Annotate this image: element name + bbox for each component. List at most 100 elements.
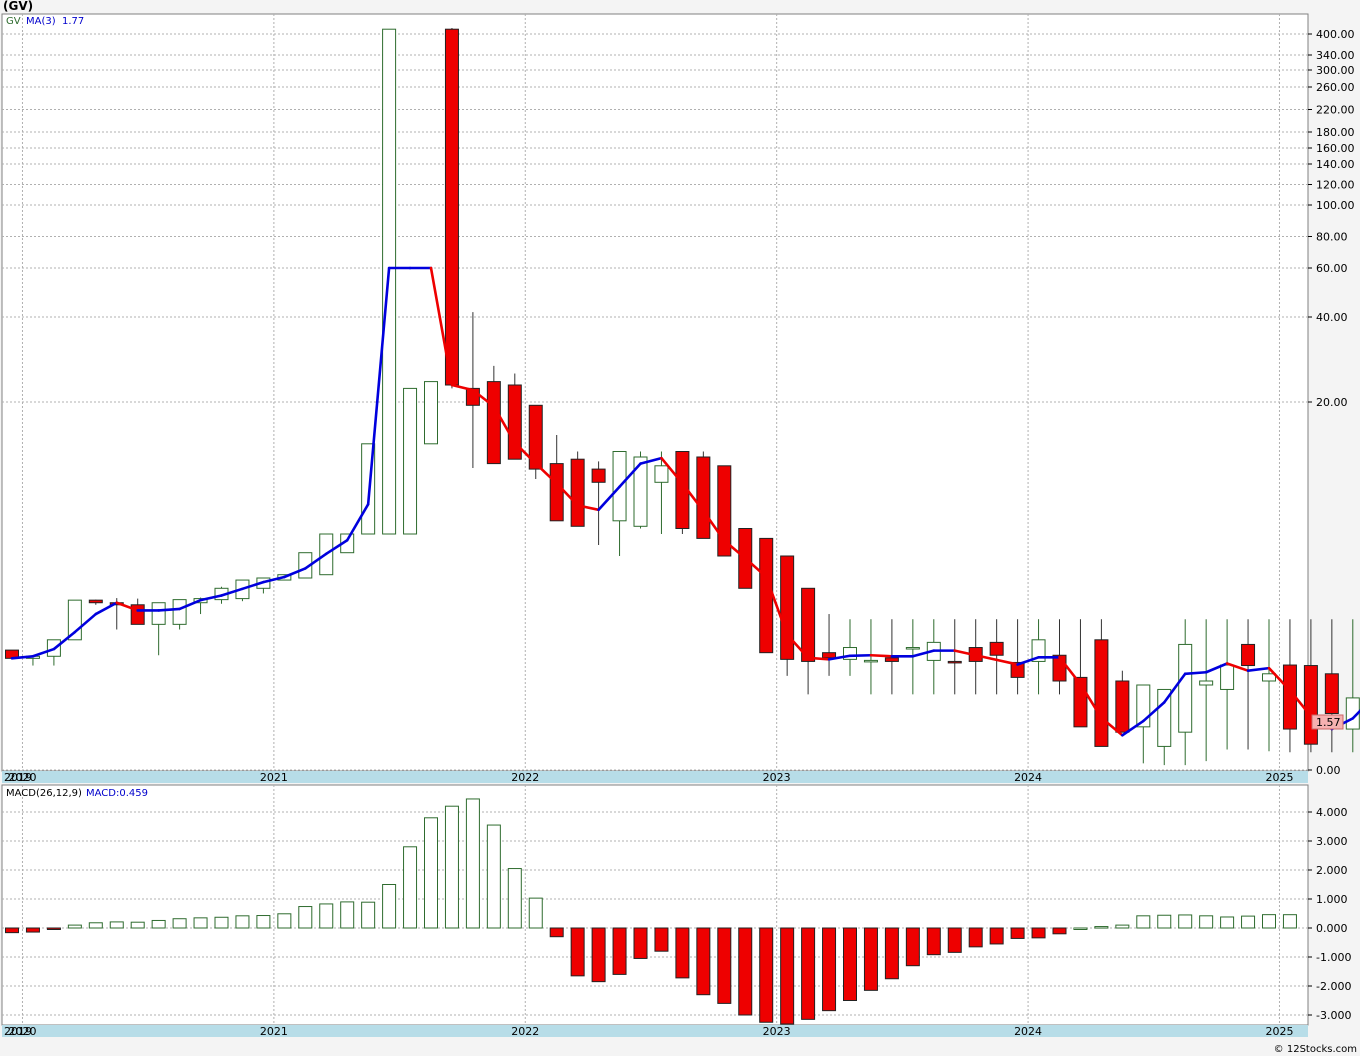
candle-body bbox=[1220, 664, 1235, 690]
macd-bar bbox=[1010, 927, 1025, 939]
candle-body bbox=[863, 659, 878, 663]
price-tick-label: 180.00 bbox=[1316, 126, 1355, 139]
candle-body bbox=[801, 587, 816, 662]
year-label: 2020 bbox=[8, 1025, 36, 1038]
macd-bar bbox=[130, 921, 145, 929]
macd-bar bbox=[1241, 915, 1256, 929]
macd-bar bbox=[109, 921, 124, 929]
macd-bar bbox=[235, 915, 250, 929]
candle-body bbox=[905, 647, 920, 650]
price-tick-label: 160.00 bbox=[1316, 142, 1355, 155]
copyright-label: © 12Stocks.com bbox=[1274, 1044, 1357, 1055]
candle-body bbox=[780, 555, 795, 660]
macd-bar bbox=[319, 903, 334, 929]
candle-body bbox=[989, 641, 1004, 656]
price-tick-label: 0.00 bbox=[1316, 764, 1341, 777]
macd-bar bbox=[1052, 927, 1067, 935]
macd-bar bbox=[926, 927, 941, 956]
macd-tick-label: -3.000 bbox=[1316, 1009, 1351, 1022]
price-tick-label: 80.00 bbox=[1316, 231, 1348, 244]
macd-legend-label: MACD(26,12,9) bbox=[6, 788, 82, 799]
candle-body bbox=[1115, 680, 1130, 733]
macd-bar bbox=[298, 906, 313, 929]
macd-bar bbox=[1115, 924, 1130, 929]
candle-body bbox=[822, 652, 837, 659]
macd-bar bbox=[1073, 927, 1088, 930]
macd-bar bbox=[780, 927, 795, 1025]
candle-body bbox=[1094, 639, 1109, 747]
macd-bar bbox=[465, 798, 480, 929]
macd-bar bbox=[843, 927, 857, 1001]
macd-bar bbox=[277, 913, 292, 929]
year-label: 2021 bbox=[260, 771, 288, 784]
macd-tick-label: -1.000 bbox=[1316, 951, 1351, 964]
macd-bar bbox=[947, 927, 962, 953]
macd-bar bbox=[905, 927, 920, 967]
year-label: 2025 bbox=[1265, 771, 1293, 784]
macd-bar bbox=[340, 901, 355, 929]
candle-body bbox=[717, 465, 732, 557]
candle-body bbox=[1199, 680, 1214, 686]
year-label: 2023 bbox=[763, 1025, 791, 1038]
macd-bar bbox=[382, 884, 397, 929]
price-tick-label: 20.00 bbox=[1316, 396, 1348, 409]
macd-bar bbox=[801, 927, 816, 1020]
candle-body bbox=[403, 387, 418, 535]
price-tick-label: 60.00 bbox=[1316, 262, 1348, 275]
price-tick-label: 260.00 bbox=[1316, 81, 1355, 94]
macd-bar bbox=[507, 868, 522, 929]
price-tick-label: 140.00 bbox=[1316, 158, 1355, 171]
candle-body bbox=[884, 657, 899, 662]
macd-bar bbox=[654, 927, 669, 952]
price-tick-label: 220.00 bbox=[1316, 104, 1355, 117]
macd-tick-label: -2.000 bbox=[1316, 980, 1351, 993]
ma-segment bbox=[806, 656, 831, 661]
price-tick-label: 100.00 bbox=[1316, 199, 1355, 212]
year-label: 2021 bbox=[260, 1025, 288, 1038]
macd-bar bbox=[5, 927, 19, 934]
price-tick-label: 120.00 bbox=[1316, 179, 1355, 192]
macd-bar bbox=[424, 817, 438, 929]
macd-y-axis: 4.000 3.000 2.000 1.000 0.000 -1.000 -2.000 -3.… bbox=[1308, 806, 1351, 1022]
candle-body bbox=[696, 456, 711, 539]
macd-bar bbox=[1031, 927, 1046, 939]
ma-segment bbox=[848, 653, 873, 658]
macd-bar bbox=[193, 917, 208, 929]
candle-body bbox=[654, 465, 669, 483]
macd-bar bbox=[172, 918, 187, 929]
macd-bar bbox=[403, 846, 418, 929]
macd-bar bbox=[1157, 914, 1172, 929]
macd-legend-value: MACD:0.459 bbox=[86, 788, 148, 799]
year-label: 2025 bbox=[1265, 1025, 1293, 1038]
macd-tick-label: 3.000 bbox=[1316, 835, 1348, 848]
candle-body bbox=[486, 381, 501, 465]
price-panel bbox=[1, 13, 1309, 772]
price-date-band bbox=[2, 771, 1308, 783]
macd-bar bbox=[256, 915, 271, 929]
ma-segment bbox=[157, 607, 181, 612]
ma-segment bbox=[1183, 670, 1208, 676]
candle-body bbox=[67, 599, 82, 641]
macd-bar bbox=[633, 927, 648, 959]
candle-body bbox=[172, 599, 187, 625]
price-legend-ma-value: 1.77 bbox=[62, 16, 84, 27]
macd-bar bbox=[570, 927, 585, 977]
candle-body bbox=[424, 381, 438, 445]
price-legend-ma-label: MA(3) bbox=[26, 16, 56, 27]
candle-body bbox=[1241, 643, 1256, 667]
chart-canvas: 400.00 340.00 300.00 260.00 220.00 180.00 160.… bbox=[1, 0, 1360, 1055]
price-tick-label: 400.00 bbox=[1316, 28, 1355, 41]
macd-bar bbox=[214, 916, 229, 929]
macd-tick-label: 1.000 bbox=[1316, 893, 1348, 906]
year-label: 2022 bbox=[511, 1025, 539, 1038]
price-y-axis: 400.00 340.00 300.00 260.00 220.00 180.00 160.… bbox=[1308, 28, 1355, 777]
candle-body bbox=[1178, 643, 1193, 733]
macd-bar bbox=[675, 927, 690, 979]
price-tick-label: 300.00 bbox=[1316, 64, 1355, 77]
macd-date-band bbox=[2, 1025, 1308, 1037]
macd-bar bbox=[863, 927, 878, 991]
candle-body bbox=[570, 458, 585, 527]
macd-bar bbox=[549, 927, 564, 938]
macd-bar bbox=[759, 927, 774, 1023]
candle-body bbox=[151, 602, 166, 625]
